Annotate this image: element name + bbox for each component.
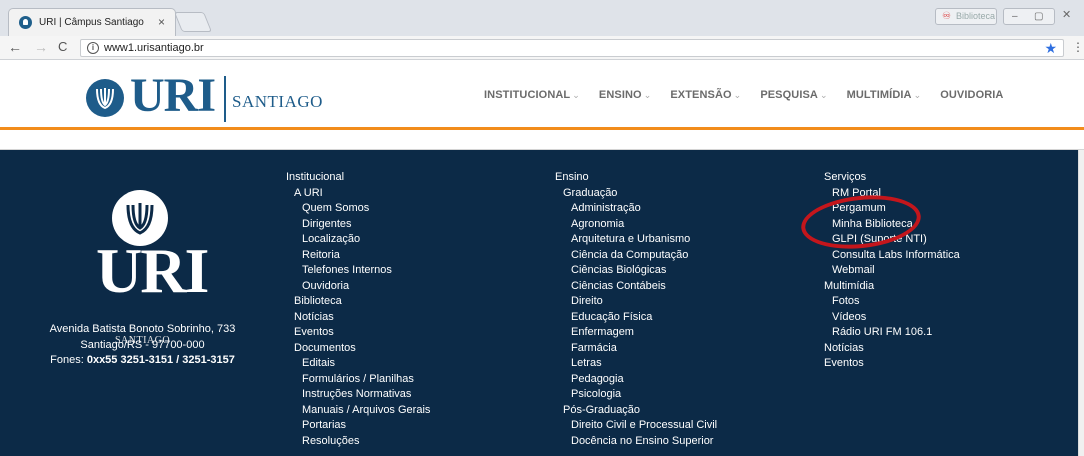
footer-link[interactable]: Docência no Ensino Superior — [555, 434, 717, 450]
footer-link[interactable]: Direito — [555, 294, 717, 310]
footer-link[interactable]: Enfermagem — [555, 325, 717, 341]
footer-link[interactable]: Pedagogia — [555, 372, 717, 388]
nav-extensao[interactable]: EXTENSÃO ⌄ — [670, 89, 741, 101]
url-text[interactable]: www1.urisantiago.br — [104, 42, 204, 54]
nav-institucional[interactable]: INSTITUCIONAL ⌄ — [484, 89, 580, 101]
footer-link[interactable]: Ciências Biológicas — [555, 263, 717, 279]
extension-icon: ♾ — [942, 11, 951, 22]
browser-titlebar: URI | Câmpus Santiago × ♾ Biblioteca – ▢… — [0, 0, 1084, 36]
page-scrollbar[interactable] — [1078, 150, 1084, 456]
footer-link[interactable]: Formulários / Planilhas — [286, 372, 430, 388]
footer-link[interactable]: Biblioteca — [286, 294, 430, 310]
footer-link[interactable]: Educação Física — [555, 310, 717, 326]
site-header: URI SANTIAGO INSTITUCIONAL ⌄ ENSINO ⌄ EXTE… — [0, 60, 1084, 157]
footer-link[interactable]: Instruções Normativas — [286, 387, 430, 403]
footer-link[interactable]: Institucional — [286, 170, 430, 186]
logo-divider — [224, 76, 226, 122]
footer-link[interactable]: A URI — [286, 186, 430, 202]
back-arrow-icon[interactable]: ← — [8, 39, 22, 55]
uri-favicon-icon — [19, 16, 32, 29]
phones: Fones: 0xx55 3251-3151 / 3251-3157 — [50, 354, 235, 366]
footer-link[interactable]: Multimídia — [824, 279, 960, 295]
footer-link[interactable]: Manuais / Arquivos Gerais — [286, 403, 430, 419]
footer-link[interactable]: Pós-Graduação — [555, 403, 717, 419]
browser-toolbar: ← → C i www1.urisantiago.br ★ ⋮ — [0, 36, 1084, 60]
tab-title: URI | Câmpus Santiago — [39, 17, 144, 28]
footer-link[interactable]: Resoluções — [286, 434, 430, 450]
footer-link[interactable]: Consulta Labs Informática — [824, 248, 960, 264]
dropdown-caret-icon: ⌄ — [819, 90, 828, 100]
uri-emblem-icon — [86, 79, 124, 117]
address-bar[interactable]: i www1.urisantiago.br ★ — [80, 39, 1064, 57]
dropdown-caret-icon: ⌄ — [913, 90, 922, 100]
reload-icon[interactable]: C — [58, 39, 67, 55]
nav-multimidia[interactable]: MULTIMÍDIA ⌄ — [847, 89, 922, 101]
window-close-icon[interactable]: ✕ — [1062, 8, 1071, 21]
footer-link[interactable]: Reitoria — [286, 248, 430, 264]
footer-link[interactable]: Direito Civil e Processual Civil — [555, 418, 717, 434]
maximize-icon[interactable]: ▢ — [1034, 9, 1043, 24]
biblioteca-extension-button[interactable]: ♾ Biblioteca — [935, 8, 997, 25]
footer-col-institucional: Institucional A URI Quem Somos Dirigente… — [286, 170, 430, 449]
footer-link[interactable]: Ciências Contábeis — [555, 279, 717, 295]
footer-link[interactable]: Arquitetura e Urbanismo — [555, 232, 717, 248]
address-city: Santiago/RS - 97700-000 — [80, 338, 205, 351]
footer-link[interactable]: Notícias — [286, 310, 430, 326]
footer-link[interactable]: Farmácia — [555, 341, 717, 357]
browser-menu-icon[interactable]: ⋮ — [1072, 40, 1084, 54]
address-line: Avenida Batista Bonoto Sobrinho, 733 — [49, 323, 236, 335]
footer-link[interactable]: Letras — [555, 356, 717, 372]
footer-link[interactable]: Eventos — [286, 325, 430, 341]
footer-link[interactable]: Ensino — [555, 170, 717, 186]
footer-address: Avenida Batista Bonoto Sobrinho, 733 San… — [40, 322, 245, 369]
footer-link[interactable]: Telefones Internos — [286, 263, 430, 279]
main-nav: INSTITUCIONAL ⌄ ENSINO ⌄ EXTENSÃO ⌄ PESQUIS… — [484, 89, 1022, 101]
footer-link[interactable]: Ciência da Computação — [555, 248, 717, 264]
nav-ouvidoria[interactable]: OUVIDORIA — [940, 89, 1003, 101]
footer-logo-text: URI — [96, 235, 209, 306]
nav-pesquisa[interactable]: PESQUISA ⌄ — [760, 89, 827, 101]
footer-link[interactable]: Editais — [286, 356, 430, 372]
logo-subtext: SANTIAGO — [232, 92, 323, 111]
footer-link[interactable]: Rádio URI FM 106.1 — [824, 325, 960, 341]
dropdown-caret-icon: ⌄ — [572, 90, 580, 100]
nav-ensino[interactable]: ENSINO ⌄ — [599, 89, 651, 101]
footer-link[interactable]: Localização — [286, 232, 430, 248]
logo-text: URI — [130, 69, 216, 122]
info-icon[interactable]: i — [87, 42, 99, 54]
header-accent-line — [0, 127, 1084, 130]
footer-link[interactable]: Administração — [555, 201, 717, 217]
footer-link[interactable]: Dirigentes — [286, 217, 430, 233]
footer-link[interactable]: Documentos — [286, 341, 430, 357]
footer-link[interactable]: Psicologia — [555, 387, 717, 403]
window-controls: – ▢ — [1003, 8, 1055, 25]
bookmark-star-icon[interactable]: ★ — [1044, 40, 1057, 56]
dropdown-caret-icon: ⌄ — [643, 90, 652, 100]
browser-tab[interactable]: URI | Câmpus Santiago × — [8, 8, 176, 36]
footer-link[interactable]: Webmail — [824, 263, 960, 279]
minimize-icon[interactable]: – — [1012, 9, 1018, 24]
footer-link[interactable]: Eventos — [824, 356, 960, 372]
footer-link[interactable]: Graduação — [555, 186, 717, 202]
new-tab-button[interactable] — [173, 12, 213, 32]
footer-link[interactable]: Agronomia — [555, 217, 717, 233]
footer-link[interactable]: Notícias — [824, 341, 960, 357]
site-footer: URI SANTIAGO Avenida Batista Bonoto Sobr… — [0, 150, 1078, 456]
footer-link[interactable]: Serviços — [824, 170, 960, 186]
footer-link[interactable]: Fotos — [824, 294, 960, 310]
footer-link[interactable]: Quem Somos — [286, 201, 430, 217]
footer-link[interactable]: Ouvidoria — [286, 279, 430, 295]
extension-label: Biblioteca — [956, 11, 996, 21]
footer-link[interactable]: Vídeos — [824, 310, 960, 326]
footer-link[interactable]: Portarias — [286, 418, 430, 434]
dropdown-caret-icon: ⌄ — [733, 90, 742, 100]
tab-close-icon[interactable]: × — [158, 15, 165, 29]
forward-arrow-icon[interactable]: → — [34, 39, 48, 55]
footer-col-ensino: Ensino Graduação Administração Agronomia… — [555, 170, 717, 449]
